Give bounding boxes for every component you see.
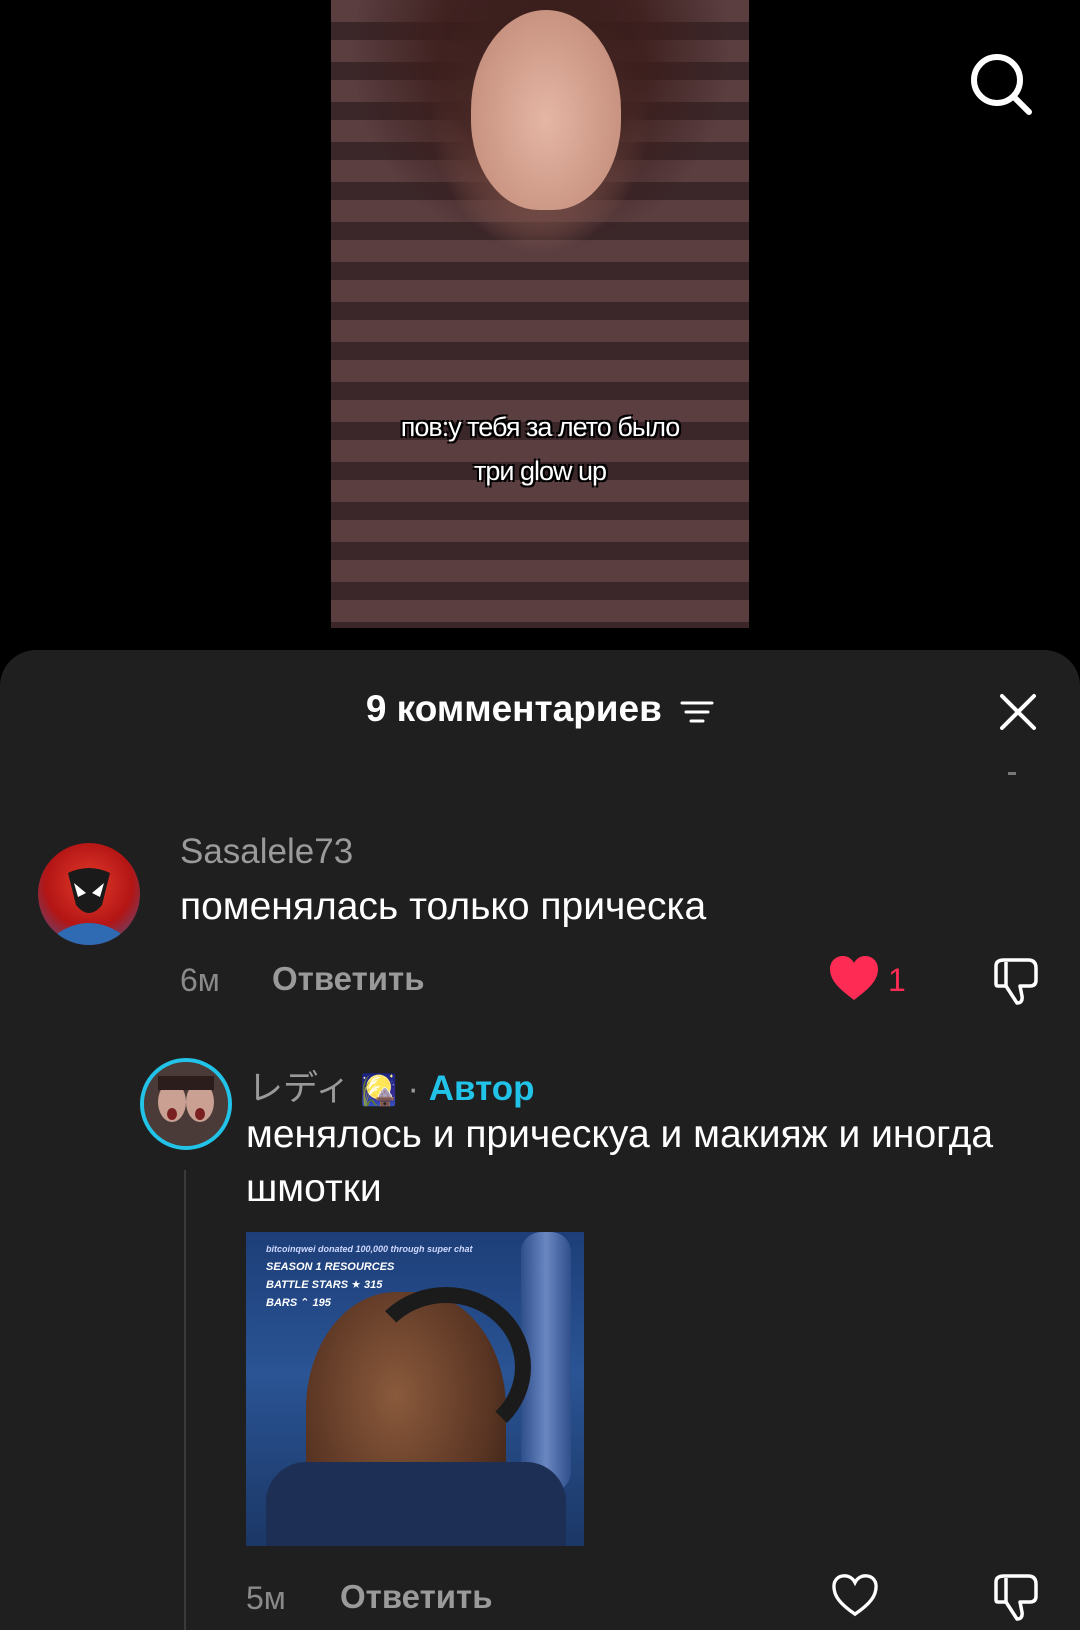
avatar-photo-icon bbox=[144, 1062, 228, 1146]
filter-icon[interactable] bbox=[680, 694, 714, 724]
search-button[interactable] bbox=[967, 50, 1037, 120]
gif-headphones bbox=[361, 1287, 531, 1447]
comments-count-label: 9 комментариев bbox=[365, 688, 662, 730]
thread-line bbox=[184, 1170, 186, 1630]
author-username-row: レディ 🎑 · Автор bbox=[248, 1060, 535, 1111]
comments-title: 9 комментариев bbox=[0, 686, 1080, 730]
comment-text: менялось и прическуа и макияж и иногда ш… bbox=[246, 1113, 994, 1210]
gif-hud-title: SEASON 1 RESOURCES bbox=[266, 1261, 395, 1273]
comment-username[interactable]: Sasalele73 bbox=[180, 832, 353, 872]
comment-gif[interactable]: bitcoinqwei donated 100,000 through supe… bbox=[246, 1232, 584, 1546]
avatar-mask-icon bbox=[58, 868, 120, 945]
avatar[interactable] bbox=[38, 843, 140, 945]
author-avatar[interactable] bbox=[140, 1058, 232, 1150]
gif-hud-donation: bitcoinqwei donated 100,000 through supe… bbox=[266, 1244, 473, 1254]
dislike-button[interactable] bbox=[992, 956, 1040, 1006]
like-button[interactable] bbox=[830, 1572, 880, 1618]
like-count: 1 bbox=[888, 962, 906, 998]
close-button[interactable] bbox=[996, 690, 1040, 734]
video-preview[interactable]: пов:у тебя за лето было три glow up bbox=[331, 0, 749, 628]
scroll-indicator bbox=[1008, 772, 1016, 775]
close-icon bbox=[1000, 694, 1036, 730]
heart-icon bbox=[830, 956, 878, 1000]
dislike-icon bbox=[994, 958, 1038, 1005]
search-icon bbox=[971, 54, 1032, 115]
reply-button[interactable]: Ответить bbox=[272, 960, 425, 998]
gif-shirt bbox=[266, 1462, 566, 1546]
video-face bbox=[471, 10, 621, 210]
author-badge: Автор bbox=[428, 1069, 535, 1108]
comment-time: 6м bbox=[180, 962, 220, 998]
username-emoji: 🎑 bbox=[360, 1073, 398, 1108]
reply-button[interactable]: Ответить bbox=[340, 1578, 493, 1616]
like-button[interactable] bbox=[828, 954, 880, 1002]
heart-outline-icon bbox=[832, 1574, 878, 1617]
comment-time: 5м bbox=[246, 1580, 286, 1616]
comment-text: поменялась только прическа bbox=[180, 885, 707, 928]
comments-header: 9 комментариев bbox=[0, 680, 1080, 736]
video-caption-line2: три glow up bbox=[473, 456, 607, 486]
video-caption: пов:у тебя за лето было три glow up bbox=[331, 405, 749, 493]
comment-username[interactable]: レディ bbox=[248, 1069, 351, 1108]
video-caption-line1: пов:у тебя за лето было bbox=[400, 412, 681, 442]
dislike-icon bbox=[994, 1574, 1038, 1621]
separator: · bbox=[407, 1069, 420, 1108]
dislike-button[interactable] bbox=[992, 1572, 1040, 1622]
